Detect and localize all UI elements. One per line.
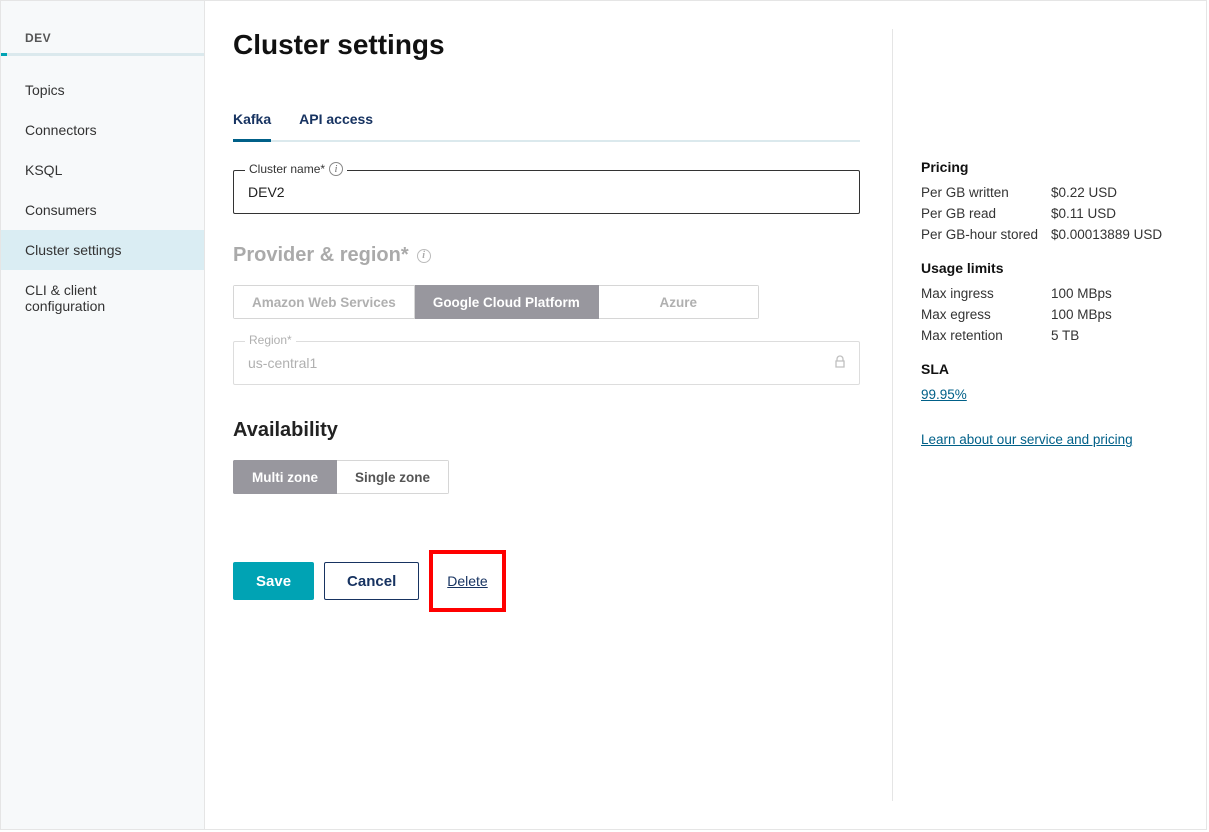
save-button[interactable]: Save [233,562,314,600]
region-label: Region* [245,333,296,347]
pricing-heading: Pricing [921,159,1182,175]
usage-heading: Usage limits [921,260,1182,276]
sidebar-item-cli-client-config[interactable]: CLI & client configuration [1,270,204,326]
pricing-key: Per GB read [921,206,1051,221]
cancel-button[interactable]: Cancel [324,562,419,600]
pricing-val: $0.00013889 USD [1051,227,1162,242]
usage-row: Max ingress 100 MBps [921,286,1182,301]
pricing-row: Per GB read $0.11 USD [921,206,1182,221]
sidebar-item-topics[interactable]: Topics [1,70,204,110]
page-title: Cluster settings [233,29,860,61]
tab-api-access[interactable]: API access [299,111,373,142]
cluster-name-field: Cluster name* i [233,170,860,214]
availability-multi-zone[interactable]: Multi zone [233,460,337,494]
provider-aws[interactable]: Amazon Web Services [233,285,415,319]
cluster-name-input[interactable] [233,170,860,214]
usage-key: Max ingress [921,286,1051,301]
learn-service-pricing-link[interactable]: Learn about our service and pricing [921,432,1133,447]
action-bar: Save Cancel Delete [233,550,860,612]
main-panel: Cluster settings Kafka API access Cluste… [233,29,892,801]
sidebar-item-ksql[interactable]: KSQL [1,150,204,190]
region-input [233,341,860,385]
availability-toggle-group: Multi zone Single zone [233,460,449,494]
usage-row: Max egress 100 MBps [921,307,1182,322]
content: Cluster settings Kafka API access Cluste… [205,1,1206,829]
region-field: Region* [233,341,860,385]
sidebar-item-cluster-settings[interactable]: Cluster settings [1,230,204,270]
usage-key: Max retention [921,328,1051,343]
sla-heading: SLA [921,361,1182,377]
cluster-name-label: Cluster name* i [245,162,347,176]
info-icon[interactable]: i [329,162,343,176]
sidebar: DEV Topics Connectors KSQL Consumers Clu… [1,1,205,829]
availability-heading: Availability [233,419,860,442]
info-icon[interactable]: i [417,249,431,263]
app-frame: DEV Topics Connectors KSQL Consumers Clu… [0,0,1207,830]
sidebar-accent [1,53,204,56]
usage-row: Max retention 5 TB [921,328,1182,343]
usage-val: 100 MBps [1051,286,1112,301]
pricing-key: Per GB written [921,185,1051,200]
usage-key: Max egress [921,307,1051,322]
sidebar-item-connectors[interactable]: Connectors [1,110,204,150]
pricing-row: Per GB written $0.22 USD [921,185,1182,200]
side-info-panel: Pricing Per GB written $0.22 USD Per GB … [892,29,1182,801]
provider-region-heading: Provider & region* i [233,244,860,267]
delete-button[interactable]: Delete [437,562,497,600]
delete-highlight-box: Delete [429,550,505,612]
provider-region-heading-text: Provider & region* [233,244,409,267]
pricing-key: Per GB-hour stored [921,227,1051,242]
provider-toggle-group: Amazon Web Services Google Cloud Platfor… [233,285,759,319]
provider-gcp[interactable]: Google Cloud Platform [415,285,599,319]
sla-link[interactable]: 99.95% [921,387,967,402]
usage-val: 100 MBps [1051,307,1112,322]
lock-icon [834,355,846,371]
usage-val: 5 TB [1051,328,1079,343]
pricing-val: $0.22 USD [1051,185,1117,200]
sidebar-header: DEV [1,19,204,53]
availability-single-zone[interactable]: Single zone [337,460,449,494]
pricing-val: $0.11 USD [1051,206,1116,221]
sidebar-item-consumers[interactable]: Consumers [1,190,204,230]
tabs: Kafka API access [233,109,860,142]
tab-kafka[interactable]: Kafka [233,111,271,142]
provider-azure[interactable]: Azure [599,285,759,319]
pricing-row: Per GB-hour stored $0.00013889 USD [921,227,1182,242]
cluster-name-label-text: Cluster name* [249,162,325,176]
